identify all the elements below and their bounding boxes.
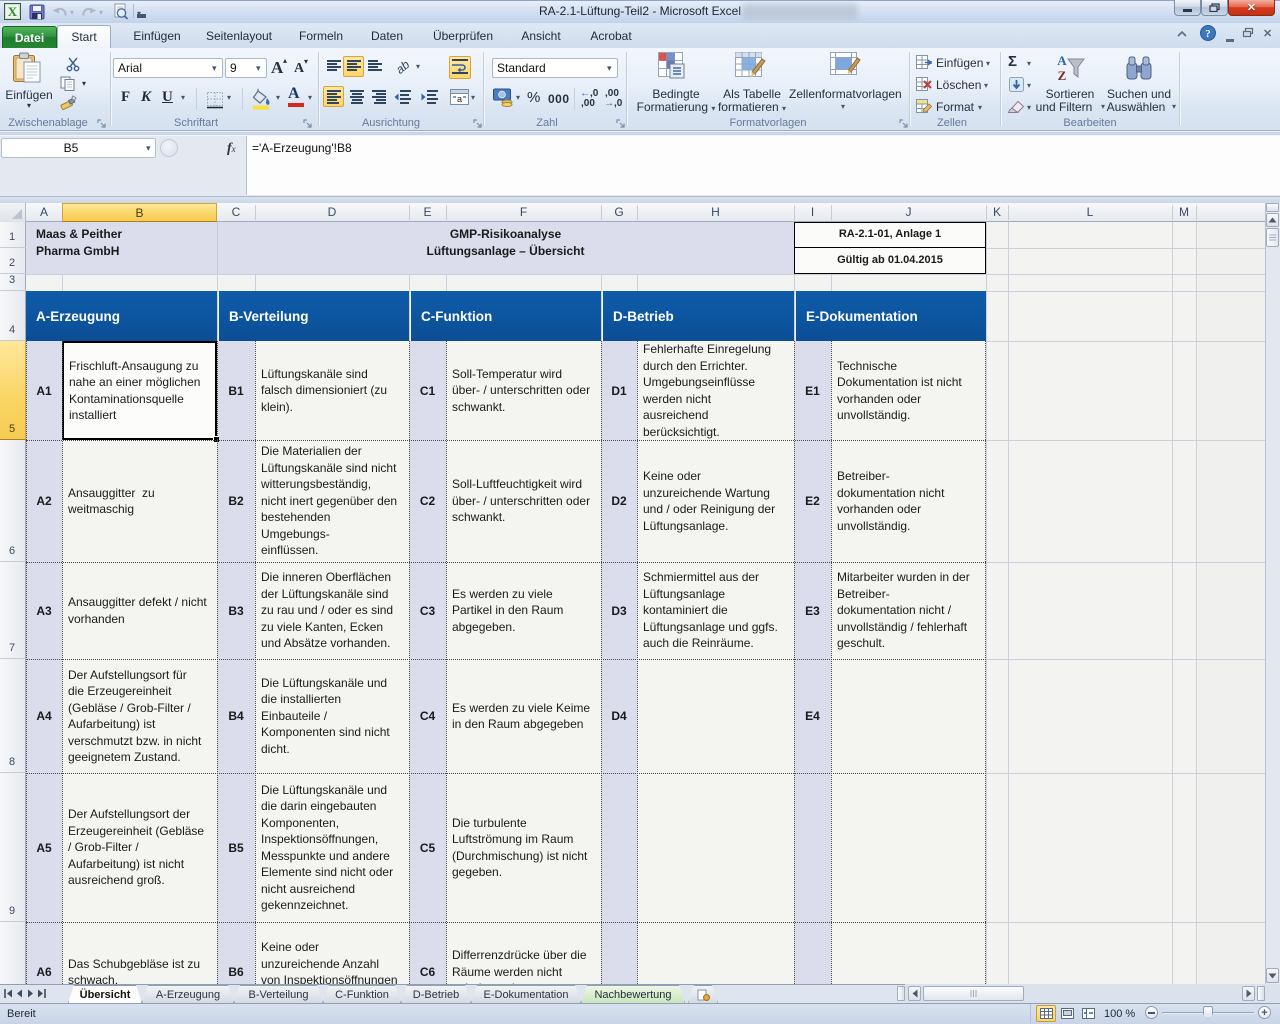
svg-text:A: A: [1057, 53, 1067, 68]
svg-text:Z: Z: [1058, 68, 1067, 83]
svg-text:X: X: [8, 4, 18, 19]
svg-text:?: ?: [1205, 28, 1211, 40]
svg-text:a: a: [457, 94, 462, 104]
